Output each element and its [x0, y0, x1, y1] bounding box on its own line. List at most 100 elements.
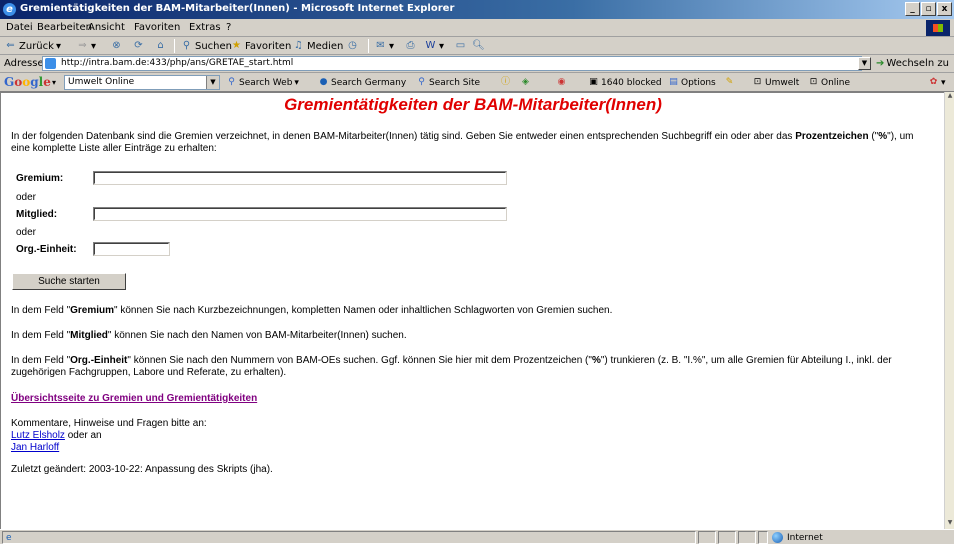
back-label: Zurück — [19, 40, 54, 52]
search-label: Suchen — [195, 40, 233, 52]
mail-button[interactable]: ✉ ▾ — [374, 40, 394, 52]
globe-icon: ● — [319, 77, 328, 87]
help-gremium: In dem Feld "Gremium" können Sie nach Ku… — [11, 305, 613, 316]
contact-or-text: oder an — [64, 430, 102, 441]
pagerank-icon: ◉ — [557, 77, 566, 87]
search-button[interactable]: ⚲ Suchen — [180, 40, 232, 52]
page-content: Gremientätigkeiten der BAM-Mitarbeiter(I… — [0, 92, 944, 529]
window-titlebar[interactable]: e Gremientätigkeiten der BAM-Mitarbeiter… — [0, 0, 954, 19]
word-find-icon: ⊡ — [753, 77, 762, 87]
status-bar: e Internet — [0, 529, 954, 544]
discuss-icon: ▭ — [455, 40, 466, 51]
menu-favoriten[interactable]: Favoriten — [134, 22, 180, 33]
last-updated-text: Zuletzt geändert: 2003-10-22: Anpassung … — [11, 464, 273, 475]
refresh-icon: ⟳ — [134, 40, 143, 51]
menu-ansicht[interactable]: Ansicht — [88, 22, 125, 33]
address-bar: Adresse http://intra.bam.de:433/php/ans/… — [0, 55, 954, 73]
media-button[interactable]: ♫ Medien — [292, 40, 343, 52]
page-title: Gremientätigkeiten der BAM-Mitarbeiter(I… — [284, 95, 662, 114]
ie-logo-icon: e — [3, 3, 16, 16]
go-arrow-icon: ➔ — [876, 58, 885, 69]
translate-icon: ✿ — [929, 77, 938, 87]
menu-datei[interactable]: Datei — [6, 22, 33, 33]
address-input[interactable]: http://intra.bam.de:433/php/ans/GRETAE_s… — [42, 56, 862, 71]
translate-button[interactable]: ✿ ▾ — [928, 77, 946, 88]
popup-blocker-button[interactable]: ▣ 1640 blocked — [588, 77, 661, 88]
refresh-button[interactable]: ⟳ — [132, 40, 145, 52]
mitglied-input[interactable] — [93, 207, 507, 221]
intro-text: In der folgenden Datenbank sind die Grem… — [11, 131, 914, 154]
google-menu-dropdown-icon[interactable]: ▾ — [52, 78, 56, 87]
status-pane-3 — [718, 531, 736, 544]
edit-button[interactable]: W ▾ — [424, 40, 444, 52]
umwelt-button[interactable]: ⊡ Umwelt — [752, 77, 800, 88]
search-germany-button[interactable]: ● Search Germany — [318, 77, 407, 88]
options-button[interactable]: ▤ Options — [668, 77, 716, 88]
google-toolbar: Google ▾ Umwelt Online ▼ ⚲ Search Web ▾ … — [0, 73, 954, 92]
mail-dropdown-icon: ▾ — [389, 40, 395, 52]
page-icon — [45, 58, 56, 69]
close-button[interactable]: x — [937, 2, 952, 16]
gremium-label: Gremium: — [16, 173, 64, 184]
contact-link-elsholz[interactable]: Lutz Elsholz — [11, 430, 65, 441]
search-web-button[interactable]: ⚲ Search Web ▾ — [226, 77, 299, 88]
windows-logo-icon — [926, 20, 950, 36]
scroll-up-icon[interactable]: ▲ — [945, 92, 954, 102]
scroll-down-icon[interactable]: ▼ — [945, 519, 954, 529]
go-button[interactable]: ➔ Wechseln zu — [876, 58, 949, 69]
print-button[interactable]: ⎙ — [404, 40, 417, 52]
highlighter-icon: ✎ — [725, 77, 734, 87]
maximize-button[interactable]: ▫ — [921, 2, 936, 16]
address-dropdown-button[interactable]: ▼ — [858, 57, 871, 70]
edit-dropdown-icon: ▾ — [439, 40, 445, 52]
favorites-label: Favoriten — [245, 40, 292, 52]
gremium-input[interactable] — [93, 171, 507, 185]
media-icon: ♫ — [294, 40, 303, 51]
internet-zone-icon — [772, 532, 783, 543]
word-find-icon: ⊡ — [809, 77, 818, 87]
pagerank-button[interactable]: ◉ — [556, 77, 567, 88]
overview-link[interactable]: Übersichtsseite zu Gremien und Gremientä… — [11, 393, 257, 404]
standard-toolbar: ⇐ Zurück ▾ ⇒ ▾ ⊗ ⟳ ⌂ ⚲ Suchen ★ Favorite… — [0, 37, 954, 55]
print-icon: ⎙ — [406, 40, 415, 51]
minimize-button[interactable]: _ — [905, 2, 920, 16]
status-pane-2 — [698, 531, 716, 544]
history-button[interactable]: ◷ — [346, 40, 359, 52]
mail-icon: ✉ — [376, 40, 385, 51]
status-pane-main: e — [2, 531, 696, 544]
forward-dropdown-icon: ▾ — [91, 40, 97, 52]
google-search-input[interactable]: Umwelt Online ▼ — [64, 75, 220, 90]
menu-help[interactable]: ? — [226, 22, 231, 33]
contact-link-harloff[interactable]: Jan Harloff — [11, 442, 59, 453]
search-submit-button[interactable]: Suche starten — [12, 273, 126, 290]
media-label: Medien — [307, 40, 344, 52]
google-search-value: Umwelt Online — [68, 77, 135, 87]
window-title: Gremientätigkeiten der BAM-Mitarbeiter(I… — [20, 3, 455, 14]
or-text-1: oder — [16, 192, 37, 203]
highlight-button[interactable]: ✎ — [724, 77, 735, 88]
discuss-button[interactable]: ▭ — [454, 40, 467, 52]
home-button[interactable]: ⌂ — [154, 40, 167, 52]
menu-bearbeiten[interactable]: Bearbeiten — [37, 22, 92, 33]
favorites-icon: ★ — [232, 40, 241, 51]
google-logo[interactable]: Google — [4, 75, 51, 89]
online-button[interactable]: ⊡ Online — [808, 77, 850, 88]
research-button[interactable]: 🔍︎ — [472, 40, 485, 52]
back-button[interactable]: ⇐ Zurück ▾ — [4, 40, 61, 52]
favorites-button[interactable]: ★ Favoriten — [230, 40, 291, 52]
search-site-button[interactable]: ⚲ Search Site — [416, 77, 480, 88]
vertical-scrollbar[interactable]: ▲ ▼ — [944, 92, 954, 529]
page-info-button[interactable]: ⓘ — [500, 77, 511, 88]
stop-button[interactable]: ⊗ — [110, 40, 123, 52]
security-zone: Internet — [772, 532, 823, 543]
help-org-einheit: In dem Feld "Org.-Einheit" können Sie na… — [11, 355, 892, 378]
page-done-icon: e — [6, 533, 12, 543]
org-einheit-label: Org.-Einheit: — [16, 244, 77, 255]
forward-button[interactable]: ⇒ ▾ — [76, 40, 96, 52]
status-pane-5 — [758, 531, 768, 544]
zone-label: Internet — [787, 532, 823, 543]
org-einheit-input[interactable] — [93, 242, 170, 256]
up-button[interactable]: ◈ — [520, 77, 531, 88]
menu-extras[interactable]: Extras — [189, 22, 221, 33]
google-search-dropdown-icon[interactable]: ▼ — [206, 76, 219, 89]
